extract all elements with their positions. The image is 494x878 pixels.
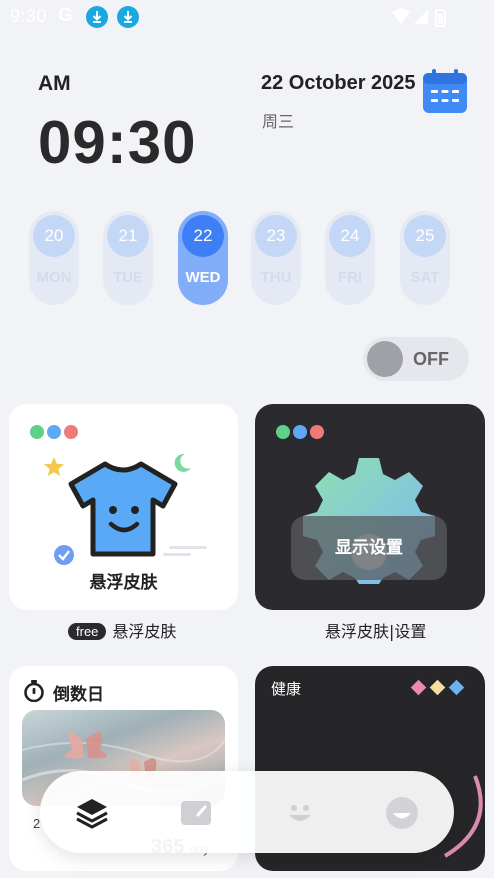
- layers-icon[interactable]: [72, 793, 112, 833]
- day-label: MON: [36, 269, 72, 286]
- day-number: 22: [182, 215, 224, 257]
- day-pill-tue[interactable]: 21 TUE: [103, 211, 153, 305]
- signal-battery-icon: [392, 8, 446, 27]
- status-bar: 9:30 G: [0, 0, 494, 34]
- download-icon: [86, 6, 108, 28]
- diamond-decor: [410, 679, 470, 698]
- weekday-label: 周三: [262, 112, 295, 131]
- day-number: 24: [329, 215, 371, 257]
- tshirt-icon: [68, 461, 178, 557]
- health-title: 健康: [271, 680, 302, 698]
- skin-caption: free 悬浮皮肤: [68, 618, 176, 642]
- day-number: 25: [404, 215, 446, 257]
- toggle-knob: [367, 341, 403, 377]
- day-pill-fri[interactable]: 24 FRI: [325, 211, 375, 305]
- toggle-label: OFF: [413, 349, 449, 369]
- calendar-icon[interactable]: [422, 68, 468, 114]
- emoji-face-icon[interactable]: [382, 793, 422, 833]
- float-toggle[interactable]: OFF: [363, 337, 469, 381]
- countdown-date: 2: [33, 816, 41, 831]
- decor-lines: [163, 546, 207, 556]
- day-label: THU: [260, 269, 292, 286]
- day-number: 20: [33, 215, 75, 257]
- window-dots: [276, 425, 327, 444]
- google-icon: G: [58, 5, 73, 26]
- star-icon: [44, 457, 64, 476]
- day-label: SAT: [410, 269, 440, 286]
- clock-time: 09:30: [38, 109, 197, 176]
- day-pill-sat[interactable]: 25 SAT: [400, 211, 450, 305]
- show-settings-button[interactable]: 显示设置: [291, 516, 447, 580]
- day-label: FRI: [337, 269, 363, 286]
- window-dots: [30, 425, 81, 444]
- download-icon: [117, 6, 139, 28]
- settings-card[interactable]: 显示设置: [255, 404, 485, 610]
- status-time: 9:30: [10, 6, 48, 26]
- countdown-title: 倒数日: [53, 685, 104, 705]
- widget-card-icon[interactable]: [176, 793, 216, 833]
- day-pill-mon[interactable]: 20 MON: [29, 211, 79, 305]
- skin-card[interactable]: 悬浮皮肤: [9, 404, 238, 610]
- bottom-dock: [40, 771, 454, 853]
- check-badge-icon: [54, 545, 74, 565]
- day-label: TUE: [113, 269, 143, 286]
- am-pm-label: AM: [38, 72, 71, 95]
- skin-caption-text: 悬浮皮肤: [112, 622, 177, 641]
- settings-caption: 悬浮皮肤|设置: [325, 622, 427, 641]
- day-pill-wed[interactable]: 22 WED: [178, 211, 228, 305]
- day-pill-thu[interactable]: 23 THU: [251, 211, 301, 305]
- day-number: 23: [255, 215, 297, 257]
- smile-icon[interactable]: [280, 793, 320, 833]
- skin-card-title: 悬浮皮肤: [89, 573, 158, 593]
- date-label: 22 October 2025: [261, 72, 416, 94]
- free-badge: free: [68, 623, 107, 640]
- stopwatch-icon: [24, 680, 44, 702]
- day-number: 21: [107, 215, 149, 257]
- day-label: WED: [185, 269, 221, 286]
